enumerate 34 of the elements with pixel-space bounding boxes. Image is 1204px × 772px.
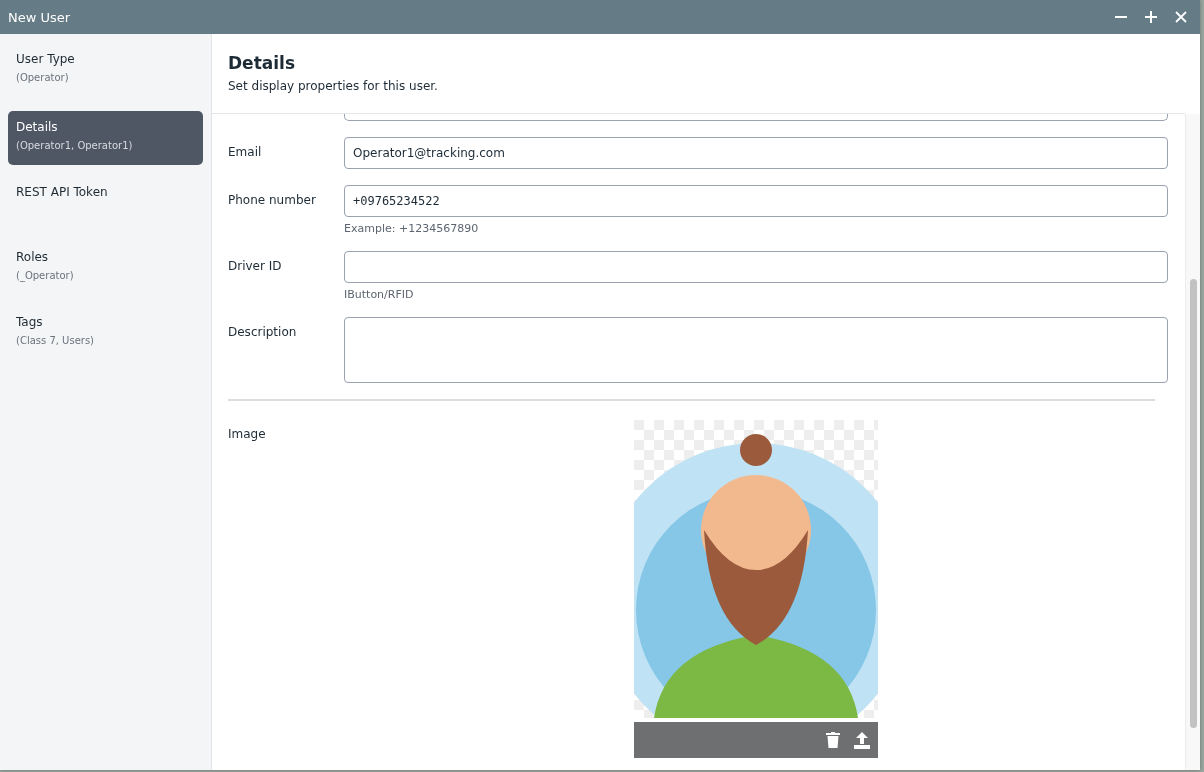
scrollbar-thumb[interactable] (1189, 279, 1197, 728)
input-field[interactable] (344, 114, 1168, 121)
section-subtitle: Set display properties for this user. (228, 79, 439, 93)
sidebar-item[interactable]: User Type (Operator) (8, 46, 203, 95)
input-field[interactable]: +09765234522 (344, 185, 1168, 217)
sidebar-item-label: User Type (16, 51, 76, 68)
sidebar-item-summary: (Operator) (16, 71, 70, 85)
field-label: Driver ID (228, 258, 283, 275)
trash-icon[interactable] (826, 732, 840, 748)
field-label: Phone number (228, 192, 317, 209)
field-hint: Example: +1234567890 (344, 222, 480, 235)
sidebar-item-label: Details (16, 119, 59, 136)
sidebar-item[interactable]: Roles (_Operator) (8, 244, 203, 293)
sidebar-item-label: Tags (16, 314, 44, 331)
sidebar-item-summary: (Operator1, Operator1) (16, 139, 134, 153)
sidebar-item-summary: (Class 7, Users) (16, 334, 95, 348)
sidebar-item[interactable]: Details (Operator1, Operator1) (8, 111, 203, 165)
sidebar-item[interactable]: REST API Token (8, 179, 203, 228)
field-label: Image (228, 426, 267, 443)
input-field[interactable]: Operator1@tracking.com (344, 137, 1168, 169)
window-title: New User (8, 9, 72, 25)
input-field[interactable] (344, 251, 1168, 283)
close-icon[interactable] (1174, 10, 1188, 24)
sidebar-item-label: REST API Token (16, 184, 109, 201)
sidebar-item[interactable]: Tags (Class 7, Users) (8, 309, 203, 358)
field-label: Description (228, 324, 298, 341)
section-title: Details (228, 52, 296, 74)
field-label: Email (228, 144, 263, 161)
sidebar-item-label: Roles (16, 249, 50, 266)
plus-icon[interactable] (1144, 10, 1158, 24)
sidebar-item-summary: (_Operator) (16, 269, 75, 284)
upload-icon[interactable] (854, 731, 870, 749)
field-hint: IButton/RFID (344, 288, 415, 301)
text-area[interactable] (344, 317, 1168, 383)
